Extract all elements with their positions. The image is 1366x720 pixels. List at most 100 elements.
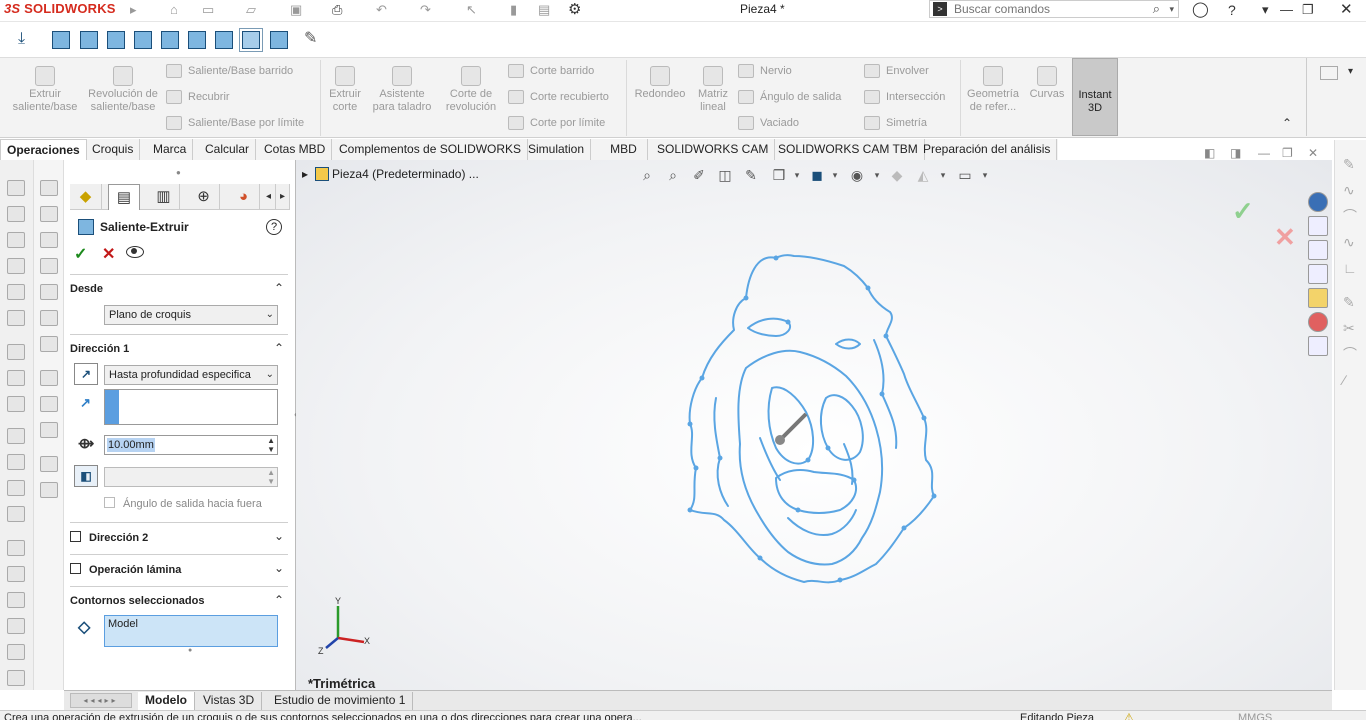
search-dropdown-icon[interactable]: ▾ xyxy=(1169,1,1174,17)
tab-operaciones[interactable]: Operaciones xyxy=(0,139,87,160)
rebuild-icon[interactable]: ▮ xyxy=(510,2,517,18)
viewport-restore-icon[interactable]: ❐ xyxy=(1282,146,1293,160)
home-icon[interactable]: ⌂ xyxy=(170,2,178,18)
viewport-minimize-icon[interactable]: — xyxy=(1258,146,1270,160)
tab-preparacion-analisis[interactable]: Preparación del análisis xyxy=(917,139,1058,160)
shortcut-icon[interactable] xyxy=(7,370,25,386)
shortcut-icon[interactable] xyxy=(40,310,58,326)
spinner-icon[interactable]: ▲ ▼ xyxy=(267,436,275,454)
shortcut-icon[interactable]: ∿ xyxy=(1343,234,1361,250)
shortcut-icon[interactable] xyxy=(40,336,58,352)
display-style-dropdown-icon[interactable]: ▾ xyxy=(826,166,844,184)
shortcut-icon[interactable] xyxy=(7,310,25,326)
solidworks-resources-icon[interactable] xyxy=(1308,192,1328,212)
tab-mbd[interactable]: MBD xyxy=(600,139,648,160)
shortcut-icon[interactable] xyxy=(40,482,58,498)
shortcut-icon[interactable] xyxy=(7,644,25,660)
revolved-cut-button[interactable]: Corte de revolución xyxy=(440,66,502,114)
tab-marca[interactable]: Marca xyxy=(147,139,194,160)
display-style-icon[interactable]: ◼ xyxy=(808,166,826,184)
shortcut-icon[interactable] xyxy=(7,206,25,222)
viewport-tile-icon[interactable]: ◧ xyxy=(1204,146,1215,160)
help-icon[interactable]: ? xyxy=(1228,2,1236,18)
end-condition-select[interactable]: Hasta profundidad especifica ⌄ xyxy=(104,365,278,385)
expand-chevron-icon[interactable]: ⌄ xyxy=(274,561,284,575)
draft-angle-input[interactable]: ▲ ▼ xyxy=(104,467,278,487)
view-isometric-icon[interactable] xyxy=(215,31,233,49)
shortcut-icon[interactable] xyxy=(40,456,58,472)
swept-cut-button[interactable]: Corte barrido xyxy=(508,64,594,79)
shortcut-icon[interactable] xyxy=(7,670,25,686)
view-dimetric-icon[interactable] xyxy=(270,31,288,49)
reverse-direction-icon[interactable]: ↗ xyxy=(74,363,98,385)
ribbon-options-icon[interactable] xyxy=(1320,66,1338,80)
view-bottom-icon[interactable] xyxy=(188,31,206,49)
depth-input[interactable]: 10.00mm ▲ ▼ xyxy=(104,435,278,455)
shortcut-icon[interactable] xyxy=(40,258,58,274)
revolve-boss-button[interactable]: Revolución de saliente/base xyxy=(86,66,160,114)
tabs-scroll-left-icon[interactable]: ◂ xyxy=(262,184,276,210)
solidworks-logo[interactable]: 3S SOLIDWORKS xyxy=(4,0,116,20)
feature-tree-flyout[interactable]: ▸ Pieza4 (Predeterminado) ... xyxy=(302,167,479,181)
appearances-icon[interactable] xyxy=(1308,312,1328,332)
shell-button[interactable]: Vaciado xyxy=(738,116,799,131)
custom-properties-icon[interactable] xyxy=(1308,336,1328,356)
shortcut-icon[interactable] xyxy=(40,396,58,412)
ribbon-options-dropdown-icon[interactable]: ▾ xyxy=(1348,66,1353,77)
dimxpert-tab-icon[interactable]: ⊕ xyxy=(188,184,220,210)
shortcut-icon[interactable] xyxy=(7,344,25,360)
tab-solidworks-cam-tbm[interactable]: SOLIDWORKS CAM TBM xyxy=(772,139,925,160)
home-icon[interactable] xyxy=(1308,216,1328,236)
draft-outward-checkbox[interactable] xyxy=(104,497,115,508)
tab-scroll-arrows-icon[interactable]: ◂◂◂▸▸ xyxy=(70,693,132,708)
view-trimetric-icon[interactable] xyxy=(239,28,263,52)
shortcut-icon[interactable] xyxy=(40,180,58,196)
shortcut-icon[interactable] xyxy=(7,480,25,496)
shortcut-icon[interactable] xyxy=(7,566,25,582)
loft-button[interactable]: Recubrir xyxy=(166,90,230,105)
open-icon[interactable]: ▱ xyxy=(246,2,256,18)
save-icon[interactable]: ▣ xyxy=(290,2,302,18)
curves-button[interactable]: Curvas xyxy=(1026,66,1068,101)
options-gear-icon[interactable]: ⚙ xyxy=(568,2,581,18)
undo-icon[interactable]: ↶ xyxy=(376,2,387,18)
previous-view-icon[interactable]: ✐ xyxy=(690,166,708,184)
hide-show-items-icon[interactable]: ◉ xyxy=(848,166,866,184)
viewport-link-icon[interactable]: ◨ xyxy=(1230,146,1241,160)
list-resize-grip-icon[interactable]: ● xyxy=(188,647,192,654)
draft-on-off-icon[interactable]: ◧ xyxy=(74,465,98,487)
tabs-scroll-right-icon[interactable]: ▸ xyxy=(276,184,290,210)
restore-icon[interactable]: ❐ xyxy=(1302,2,1314,18)
print-icon[interactable]: ⎙ xyxy=(332,2,342,18)
command-search[interactable]: > ⌕ ▾ xyxy=(929,0,1179,18)
normal-to-icon[interactable]: ⤓ xyxy=(18,31,25,47)
shortcut-icon[interactable] xyxy=(7,592,25,608)
collapse-chevron-icon[interactable]: ⌃ xyxy=(274,341,284,355)
rib-button[interactable]: Nervio xyxy=(738,64,792,79)
view-front-icon[interactable] xyxy=(52,31,70,49)
redo-icon[interactable]: ↷ xyxy=(420,2,431,18)
search-icon[interactable]: ⌕ xyxy=(1153,1,1160,17)
draft-button[interactable]: Ángulo de salida xyxy=(738,90,841,105)
mirror-button[interactable]: Simetría xyxy=(864,116,927,131)
confirm-cancel-icon[interactable]: ✕ xyxy=(1274,222,1296,253)
boundary-cut-button[interactable]: Corte por límite xyxy=(508,116,605,131)
view-back-icon[interactable] xyxy=(80,31,98,49)
shortcut-icon[interactable]: ✂ xyxy=(1343,320,1361,336)
hide-show-dropdown-icon[interactable]: ▾ xyxy=(868,166,886,184)
preview-eye-icon[interactable] xyxy=(126,246,144,258)
view-palette-icon[interactable] xyxy=(1308,288,1328,308)
direction-vector-selection[interactable] xyxy=(104,389,278,425)
graphics-area[interactable]: ✓ ✕ ◧ ◨ — ❐ ✕ Y X Z xyxy=(296,146,1332,690)
shortcut-icon[interactable]: ✎ xyxy=(1343,294,1361,310)
tab-vistas-3d[interactable]: Vistas 3D xyxy=(196,692,263,710)
linear-pattern-button[interactable]: Matriz lineal xyxy=(692,66,734,114)
tab-calcular[interactable]: Calcular xyxy=(199,139,257,160)
shortcut-icon[interactable] xyxy=(7,258,25,274)
apply-scene-icon[interactable]: ◭ xyxy=(914,166,932,184)
shortcut-icon[interactable]: ✎ xyxy=(1343,156,1361,172)
tab-simulation[interactable]: Simulation xyxy=(522,139,592,160)
shortcut-icon[interactable]: ⌒ xyxy=(1343,346,1361,362)
collapse-chevron-icon[interactable]: ⌃ xyxy=(274,593,284,607)
reference-geometry-button[interactable]: Geometría de refer... xyxy=(964,66,1022,114)
